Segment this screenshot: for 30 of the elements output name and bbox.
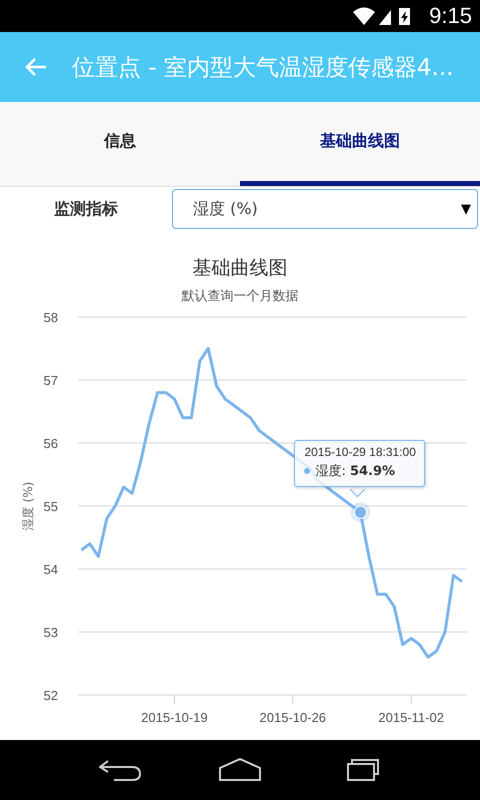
y-axis-label: 53 (44, 625, 58, 640)
tooltip-time: 2015-10-29 18:31:00 (304, 445, 416, 460)
x-axis-label: 2015-10-26 (260, 710, 326, 725)
y-axis-label: 55 (44, 499, 58, 514)
chart-title: 基础曲线图 (192, 256, 288, 281)
series-name: 湿度 (315, 463, 342, 480)
y-axis-title: 湿度 (%) (21, 482, 35, 530)
y-axis-label: 58 (44, 310, 58, 325)
y-axis-label: 54 (44, 562, 58, 577)
tab[interactable]: 信息 (0, 102, 240, 186)
chart-subtitle: 默认查询一个月数据 (180, 288, 300, 305)
metric-dropdown[interactable]: 湿度 (%) ▼ (172, 189, 478, 229)
y-axis-label: 52 (44, 688, 58, 703)
data-point-marker (350, 502, 370, 522)
x-axis-label: 2015-11-02 (378, 710, 444, 725)
home-icon[interactable] (219, 758, 261, 782)
signal-icon (379, 10, 392, 25)
y-axis-label: 56 (44, 436, 58, 451)
tooltip-value: : 54.9% (341, 464, 396, 479)
y-axis-label: 57 (44, 373, 58, 388)
caret-icon: ▼ (461, 202, 471, 216)
back-icon[interactable] (99, 758, 141, 782)
x-axis-label: 2015-10-19 (141, 710, 208, 725)
filter-label: 监测指标 (53, 198, 119, 220)
screen-title: 位置点 - 室内型大气温湿度传感器4... (72, 54, 454, 82)
status-time: 9:15 (429, 3, 472, 29)
tab[interactable]: 基础曲线图 (240, 102, 480, 186)
wifi-icon (353, 8, 376, 25)
battery-icon (399, 8, 410, 25)
back-arrow-icon (24, 57, 48, 77)
